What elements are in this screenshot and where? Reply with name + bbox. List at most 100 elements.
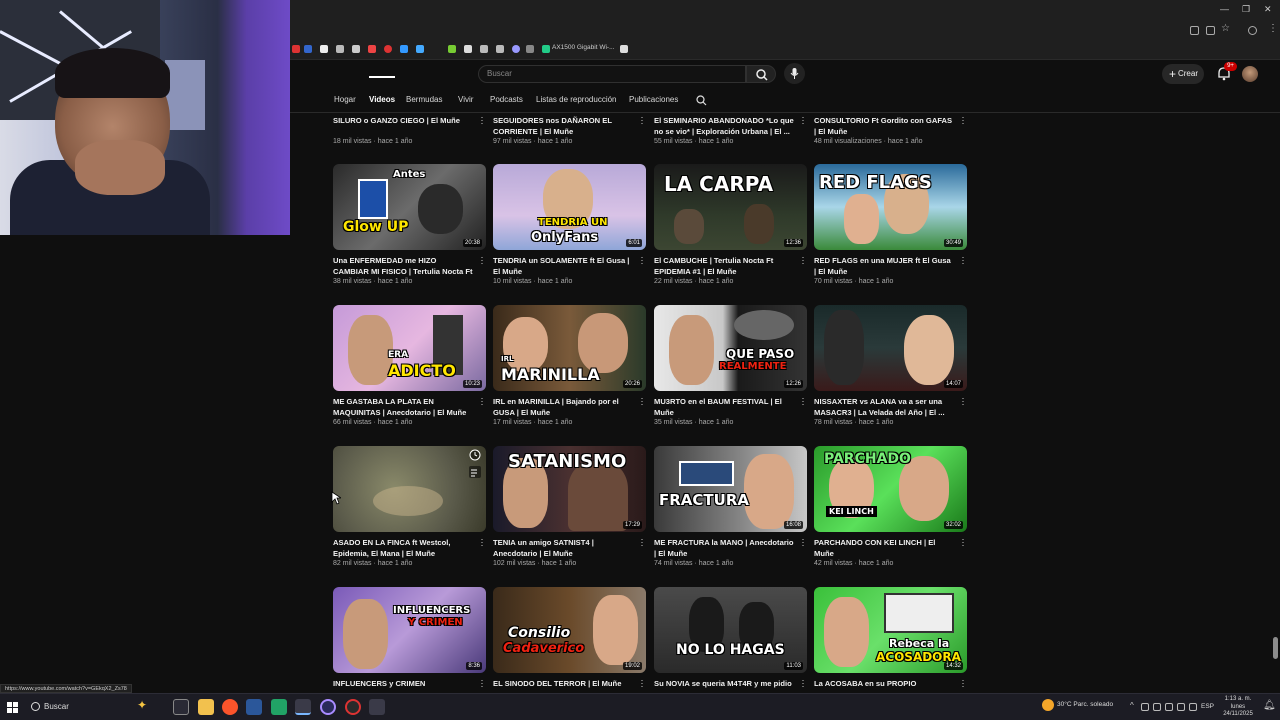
windows-start-icon[interactable]: [7, 702, 18, 713]
taskbar-clock[interactable]: 1:13 a. m. lunes 24/11/2025: [1218, 696, 1258, 719]
video-thumbnail[interactable]: ERA ADICTO 10:23: [333, 305, 486, 391]
brave-browser-icon[interactable]: [222, 699, 238, 715]
bookmark-icon[interactable]: [384, 45, 392, 53]
more-options-icon[interactable]: · · ·: [801, 394, 805, 409]
video-title[interactable]: NISSAXTER vs ALANA va a ser una MASACR3 …: [814, 396, 954, 418]
video-card[interactable]: PARCHADO KEI LINCH 32:02 PARCHANDO CON K…: [814, 446, 969, 581]
wifi-bookmark-icon[interactable]: [542, 45, 550, 53]
bookmark-icon[interactable]: [620, 45, 628, 53]
video-thumbnail[interactable]: Consilio Cadaverico 19:02: [493, 587, 646, 673]
more-options-icon[interactable]: · · ·: [801, 535, 805, 550]
profile-icon[interactable]: [1248, 26, 1257, 35]
video-title[interactable]: La ACOSABA en su PROPIO APARTAMENTO: [814, 678, 954, 689]
more-options-icon[interactable]: · · ·: [961, 394, 965, 409]
tray-chevron-icon[interactable]: ^: [1130, 701, 1134, 710]
tab-playlists[interactable]: Listas de reproducción: [536, 95, 617, 104]
video-card[interactable]: SEGUIDORES nos DAÑARON EL CORRIENTE | El…: [493, 113, 648, 155]
more-options-icon[interactable]: · · ·: [961, 113, 965, 128]
taskbar-search-label[interactable]: Buscar: [44, 702, 69, 711]
more-options-icon[interactable]: · · ·: [640, 113, 644, 128]
video-thumbnail[interactable]: [333, 446, 486, 532]
bookmark-icon[interactable]: [368, 45, 376, 53]
more-options-icon[interactable]: · · ·: [961, 253, 965, 268]
video-title[interactable]: ME FRACTURA la MANO | Anecdotario | El M…: [654, 537, 794, 559]
video-title[interactable]: ASADO EN LA FINCA ft Westcol, Epidemia, …: [333, 537, 473, 559]
task-view-icon[interactable]: [173, 699, 189, 715]
video-card[interactable]: TENDRIA UN OnlyFans 6:01 TENDRIA un SOLA…: [493, 164, 648, 299]
more-options-icon[interactable]: · · ·: [480, 394, 484, 409]
video-title[interactable]: ME GASTABA LA PLATA EN MAQUINITAS | Anec…: [333, 396, 473, 418]
voice-search-button[interactable]: [784, 63, 805, 84]
video-card[interactable]: ERA ADICTO 10:23 ME GASTABA LA PLATA EN …: [333, 305, 488, 440]
more-options-icon[interactable]: · · ·: [640, 253, 644, 268]
video-thumbnail[interactable]: Rebeca la ACOSADORA 14:32: [814, 587, 967, 673]
search-input[interactable]: Buscar: [478, 65, 746, 83]
language-indicator[interactable]: ESP: [1201, 703, 1214, 710]
create-button[interactable]: + Crear: [1162, 64, 1204, 84]
video-title[interactable]: IRL en MARINILLA | Bajando por el GUSA |…: [493, 396, 633, 418]
bookmark-icon[interactable]: [320, 45, 328, 53]
video-card[interactable]: CONSULTORIO Ft Gordito con GAFAS | El Mu…: [814, 113, 969, 155]
video-card[interactable]: Consilio Cadaverico 19:02 EL SINODO DEL …: [493, 587, 648, 691]
video-title[interactable]: El CAMBUCHE | Tertulia Nocta Ft EPIDEMIA…: [654, 255, 794, 277]
tray-monitor-icon[interactable]: [1153, 703, 1161, 711]
video-title[interactable]: TENDRIA un SOLAMENTE ft El Gusa | El Muñ…: [493, 255, 633, 277]
tray-mic-icon[interactable]: [1141, 703, 1149, 711]
more-options-icon[interactable]: · · ·: [801, 676, 805, 691]
video-thumbnail[interactable]: FRACTURA 16:08: [654, 446, 807, 532]
bookmark-icon[interactable]: [304, 45, 312, 53]
video-title[interactable]: INFLUENCERS y CRIMEN ORGANIZADO | El Muñ…: [333, 678, 473, 689]
video-card[interactable]: FRACTURA 16:08 ME FRACTURA la MANO | Ane…: [654, 446, 809, 581]
bookmark-icon[interactable]: [448, 45, 456, 53]
video-thumbnail[interactable]: INFLUENCERS Y CRIMEN 8:36: [333, 587, 486, 673]
more-options-icon[interactable]: · · ·: [640, 394, 644, 409]
bookmark-icon[interactable]: [496, 45, 504, 53]
excel-icon[interactable]: [271, 699, 287, 715]
video-card[interactable]: NO LO HAGAS 11:03 Su NOVIA se queria M4T…: [654, 587, 809, 691]
copilot-sparkle-icon[interactable]: ✦: [137, 698, 147, 712]
video-title[interactable]: El SEMINARIO ABANDONADO *Lo que no se vi…: [654, 115, 794, 137]
video-title[interactable]: EL SINODO DEL TERROR | El Muñe: [493, 678, 633, 689]
video-title[interactable]: SEGUIDORES nos DAÑARON EL CORRIENTE | El…: [493, 115, 633, 137]
settings-gear-icon[interactable]: [369, 699, 385, 715]
menu-icon[interactable]: ⋮: [1268, 23, 1278, 34]
video-card[interactable]: SATANISMO 17:29 TENIA un amigo SATNIST4 …: [493, 446, 648, 581]
video-thumbnail[interactable]: SATANISMO 17:29: [493, 446, 646, 532]
video-thumbnail[interactable]: Antes Glow UP 20:38: [333, 164, 486, 250]
video-card[interactable]: INFLUENCERS Y CRIMEN 8:36 INFLUENCERS y …: [333, 587, 488, 691]
close-icon[interactable]: ✕: [1264, 4, 1272, 15]
video-title[interactable]: PARCHANDO CON KEI LINCH | El Muñe: [814, 537, 954, 559]
more-options-icon[interactable]: · · ·: [961, 535, 965, 550]
tab-videos[interactable]: Videos: [369, 95, 395, 104]
bookmark-star-icon[interactable]: ☆: [1221, 23, 1230, 34]
video-title[interactable]: Su NOVIA se queria M4T4R y me pidio AYUD…: [654, 678, 794, 689]
extensions-icon[interactable]: [1190, 26, 1199, 35]
video-title[interactable]: CONSULTORIO Ft Gordito con GAFAS | El Mu…: [814, 115, 954, 137]
bookmark-icon[interactable]: [400, 45, 408, 53]
taskbar-search-icon[interactable]: [31, 702, 40, 711]
video-card[interactable]: QUE PASO REALMENTE 12:26 MU3RTO en el BA…: [654, 305, 809, 440]
video-card[interactable]: 14:07 NISSAXTER vs ALANA va a ser una MA…: [814, 305, 969, 440]
video-card[interactable]: SILURO o GANZO CIEGO | El Muñe 18 mil vi…: [333, 113, 488, 155]
video-title[interactable]: Una ENFERMEDAD me HIZO CAMBIAR MI FISICO…: [333, 255, 473, 277]
tab-posts[interactable]: Publicaciones: [629, 95, 678, 104]
video-title[interactable]: MU3RTO en el BAUM FESTIVAL | El Muñe: [654, 396, 794, 418]
more-options-icon[interactable]: · · ·: [640, 535, 644, 550]
maximize-icon[interactable]: ❐: [1242, 4, 1250, 15]
file-explorer-icon[interactable]: [198, 699, 214, 715]
tab-home[interactable]: Hogar: [334, 95, 356, 104]
word-icon[interactable]: [246, 699, 262, 715]
video-thumbnail[interactable]: TENDRIA UN OnlyFans 6:01: [493, 164, 646, 250]
more-options-icon[interactable]: · · ·: [480, 113, 484, 128]
bookmark-icon[interactable]: [352, 45, 360, 53]
page-scrollbar-thumb[interactable]: [1273, 637, 1278, 659]
video-card[interactable]: RED FLAGS 30:49 RED FLAGS en una MUJER f…: [814, 164, 969, 299]
notification-center-icon[interactable]: 🔔︎: [1263, 700, 1276, 711]
account-avatar[interactable]: [1242, 66, 1258, 82]
video-thumbnail[interactable]: QUE PASO REALMENTE 12:26: [654, 305, 807, 391]
more-options-icon[interactable]: · · ·: [480, 676, 484, 691]
bookmark-icon[interactable]: [464, 45, 472, 53]
tray-app-icon[interactable]: [1165, 703, 1173, 711]
more-options-icon[interactable]: · · ·: [480, 253, 484, 268]
chrome-icon[interactable]: [295, 699, 311, 715]
